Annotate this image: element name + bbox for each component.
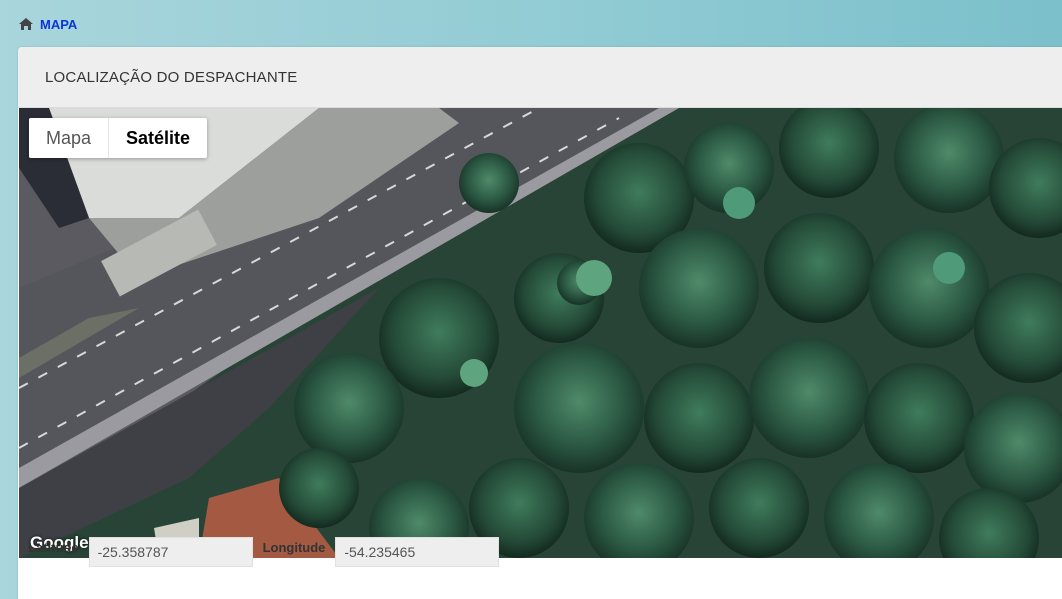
longitude-label: Longitude bbox=[262, 540, 326, 555]
map-type-satellite-button[interactable]: Satélite bbox=[109, 118, 208, 158]
latitude-label: Latitude bbox=[28, 540, 79, 555]
map-view[interactable]: Mapa Satélite Google bbox=[19, 108, 1062, 558]
panel-header: LOCALIZAÇÃO DO DESPACHANTE bbox=[18, 47, 1062, 108]
location-panel: LOCALIZAÇÃO DO DESPACHANTE Mapa Satélite… bbox=[18, 47, 1062, 599]
home-icon[interactable] bbox=[18, 17, 34, 31]
latitude-field[interactable] bbox=[88, 537, 253, 567]
satellite-imagery bbox=[19, 108, 1062, 558]
map-type-mapa-button[interactable]: Mapa bbox=[29, 118, 110, 158]
breadcrumb: MAPA bbox=[18, 14, 77, 34]
map-type-control: Mapa Satélite bbox=[29, 118, 208, 158]
coordinates-form: Latitude Longitude bbox=[28, 537, 509, 567]
longitude-field[interactable] bbox=[335, 537, 500, 567]
breadcrumb-link-mapa[interactable]: MAPA bbox=[40, 17, 77, 32]
panel-title: LOCALIZAÇÃO DO DESPACHANTE bbox=[45, 68, 298, 86]
